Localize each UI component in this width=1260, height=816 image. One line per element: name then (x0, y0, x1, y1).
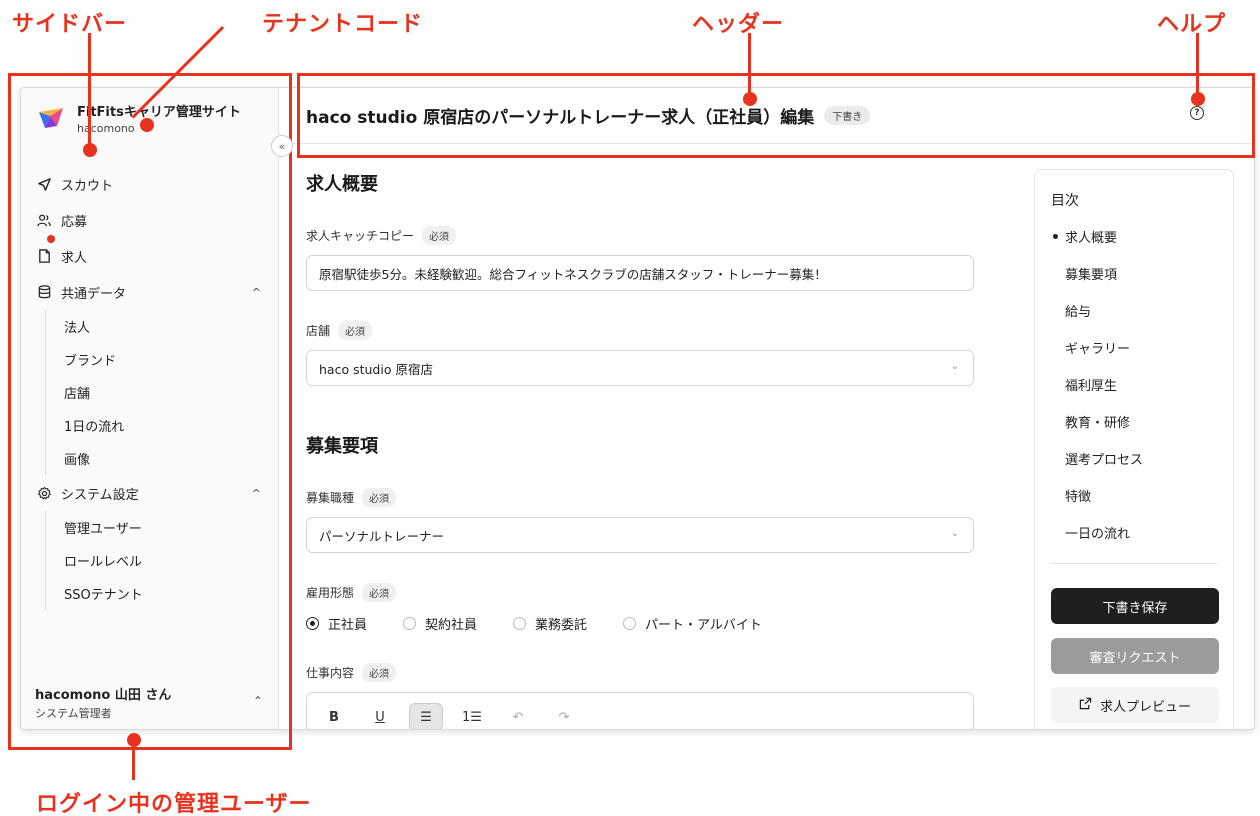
toc-title: 目次 (1051, 193, 1079, 209)
annotation-tenant-code: テナントコード (262, 12, 424, 37)
field-label-job-description: 仕事内容 必須 (306, 663, 974, 682)
required-badge: 必須 (362, 663, 397, 682)
field-label-job-type: 募集職種 必須 (306, 488, 974, 507)
field-label-catchcopy: 求人キャッチコピー 必須 (306, 226, 974, 245)
ordered-list-button[interactable]: 1☰ (455, 703, 489, 729)
toc-item[interactable]: 福利厚生 (1051, 366, 1143, 403)
annotation-line-header (748, 33, 751, 99)
annotation-dot-login-user (127, 733, 141, 747)
underline-button[interactable]: U (363, 703, 397, 729)
preview-button-label: 求人プレビュー (1099, 699, 1191, 715)
toc-list: 求人概要 募集要項 給与 ギャラリー 福利厚生 教育・研修 選考プロセス 特徴 … (1051, 218, 1143, 551)
toc-item[interactable]: 求人概要 (1051, 218, 1143, 255)
toc-item[interactable]: 教育・研修 (1051, 403, 1143, 440)
annotation-header: ヘッダー (692, 12, 785, 37)
annotation-sidebar: サイドバー (12, 12, 128, 37)
chevron-down-icon: ⌄ (950, 361, 959, 372)
toc-item[interactable]: 給与 (1051, 292, 1143, 329)
bold-button[interactable]: B (317, 703, 351, 729)
preview-button[interactable]: 求人プレビュー (1051, 687, 1219, 723)
annotation-dot-sidebar (83, 143, 97, 157)
bullet-list-button[interactable]: ☰ (409, 703, 443, 729)
toc-item[interactable]: 一日の流れ (1051, 514, 1143, 551)
undo-button[interactable]: ↶ (501, 703, 535, 729)
annotation-dot-jobs (47, 235, 55, 243)
radio-outsourcing[interactable]: 業務委託 (513, 614, 587, 633)
table-of-contents: 目次 求人概要 募集要項 給与 ギャラリー 福利厚生 教育・研修 選考プロセス … (1034, 169, 1234, 729)
annotation-dot-header (743, 92, 757, 106)
sidebar-collapse-button[interactable]: « (271, 135, 293, 157)
radio-full-time[interactable]: 正社員 (306, 614, 367, 633)
divider (1051, 563, 1217, 564)
save-draft-button[interactable]: 下書き保存 (1051, 588, 1219, 624)
chevron-down-icon: ⌄ (950, 528, 959, 539)
field-label-employment-type: 雇用形態 必須 (306, 583, 974, 602)
required-badge: 必須 (362, 583, 397, 602)
annotation-help: ヘルプ (1157, 12, 1227, 37)
toc-item[interactable]: 選考プロセス (1051, 440, 1143, 477)
review-request-button[interactable]: 審査リクエスト (1051, 638, 1219, 674)
annotation-box-header (297, 73, 1255, 158)
annotation-dot-help (1191, 92, 1205, 106)
main-content: haco studio 原宿店のパーソナルトレーナー求人（正社員）編集 下書き … (280, 88, 1254, 729)
job-form: 求人概要 求人キャッチコピー 必須 原宿駅徒歩5分。未経験歓迎。総合フィットネスク… (306, 170, 974, 729)
required-badge: 必須 (362, 488, 397, 507)
annotation-line-sidebar (88, 33, 91, 150)
annotation-login-user: ログイン中の管理ユーザー (36, 792, 312, 816)
annotation-line-help (1196, 33, 1199, 99)
section-title-requirements: 募集要項 (306, 436, 378, 457)
toc-item[interactable]: 募集要項 (1051, 255, 1143, 292)
field-label-store: 店舗 必須 (306, 321, 974, 340)
redo-button[interactable]: ↷ (547, 703, 581, 729)
external-link-icon (1079, 697, 1092, 713)
catchcopy-input[interactable]: 原宿駅徒歩5分。未経験歓迎。総合フィットネスクラブの店舗スタッフ・トレーナー募集… (306, 255, 974, 291)
required-badge: 必須 (422, 226, 457, 245)
annotation-box-sidebar (8, 73, 292, 750)
store-select[interactable]: haco studio 原宿店 ⌄ (306, 350, 974, 386)
radio-part-time[interactable]: パート・アルバイト (623, 614, 762, 633)
employment-type-radio-group: 正社員 契約社員 業務委託 パート・アルバイト (306, 614, 974, 633)
annotation-dot-tenant (140, 118, 154, 132)
required-badge: 必須 (338, 321, 373, 340)
job-type-select[interactable]: パーソナルトレーナー ⌄ (306, 517, 974, 553)
toc-item[interactable]: ギャラリー (1051, 329, 1143, 366)
job-type-select-value: パーソナルトレーナー (319, 528, 445, 544)
rich-text-editor[interactable]: B U ☰ 1☰ ↶ ↷ (306, 692, 974, 729)
toc-item[interactable]: 特徴 (1051, 477, 1143, 514)
radio-contract[interactable]: 契約社員 (403, 614, 477, 633)
store-select-value: haco studio 原宿店 (319, 361, 433, 377)
section-title-overview: 求人概要 (306, 174, 378, 195)
